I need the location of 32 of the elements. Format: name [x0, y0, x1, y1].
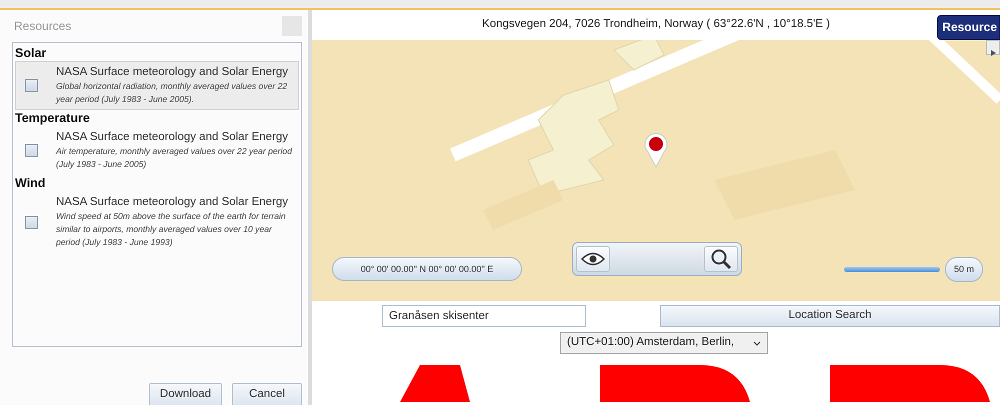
item-title: NASA Surface meteorology and Solar Energy [56, 65, 290, 80]
search-field[interactable]: Granåsen skisenter [382, 305, 586, 327]
resource-item[interactable]: NASA Surface meteorology and Solar Energy Wind speed at 50m above the surface of the earth for terrain similar to airports, monthly averaged values over 10 year period (July 1983 - June 1993) [15, 191, 299, 253]
checkbox[interactable] [25, 144, 38, 157]
item-description: Wind speed at 50m above the surface of the earth for terrain similar to airports, monthly averaged values over 10 year period (July 1983 - June 1993) [56, 210, 287, 249]
resource-item[interactable]: NASA Surface meteorology and Solar Energy Air temperature, monthly averaged values over 22 year period (July 1983 - June 2005) [15, 126, 299, 175]
search-icon [710, 248, 732, 270]
resource-item[interactable]: NASA Surface meteorology and Solar Energy Global horizontal radiation, monthly averaged values over 22 year period (July 1983 - June 2005). [15, 61, 299, 110]
group-heading: Wind [15, 175, 46, 191]
chevron-icon [753, 340, 761, 346]
expand-button[interactable] [986, 40, 1000, 55]
address-text: Kongsvegen 204, 7026 Trondheim, Norway ( 63°22.6'N , 10°18.5'E ) [482, 17, 830, 32]
map-pin-icon [644, 132, 668, 168]
item-description: Global horizontal radiation, monthly averaged values over 22 year period (July 1983 - June 2005). [56, 80, 288, 106]
location-search-button[interactable]: Location Search [660, 305, 1000, 327]
coordinates-display: 00° 00' 00.00'' N 00° 00' 00.00'' E [332, 257, 522, 281]
timezone-dropdown[interactable]: (UTC+01:00) Amsterdam, Berlin, [560, 332, 768, 354]
item-title: NASA Surface meteorology and Solar Energy [56, 130, 290, 145]
cancel-button[interactable]: Cancel [232, 383, 302, 405]
checkbox[interactable] [25, 79, 38, 92]
download-button[interactable]: Download [149, 383, 222, 405]
eye-icon [581, 252, 605, 266]
search-button[interactable] [704, 246, 738, 272]
group-heading: Solar [15, 45, 48, 61]
group-heading: Temperature [15, 110, 91, 126]
dialog-title: Resources [14, 18, 72, 35]
item-description: Air temperature, monthly averaged values over 22 year period (July 1983 - June 2005) [56, 145, 294, 171]
item-title: NASA Surface meteorology and Solar Energy [56, 195, 290, 210]
checkbox[interactable] [25, 216, 38, 228]
triangle-icon [989, 48, 997, 57]
resources-button[interactable]: Resource [937, 15, 1000, 40]
view-button[interactable] [576, 246, 610, 272]
